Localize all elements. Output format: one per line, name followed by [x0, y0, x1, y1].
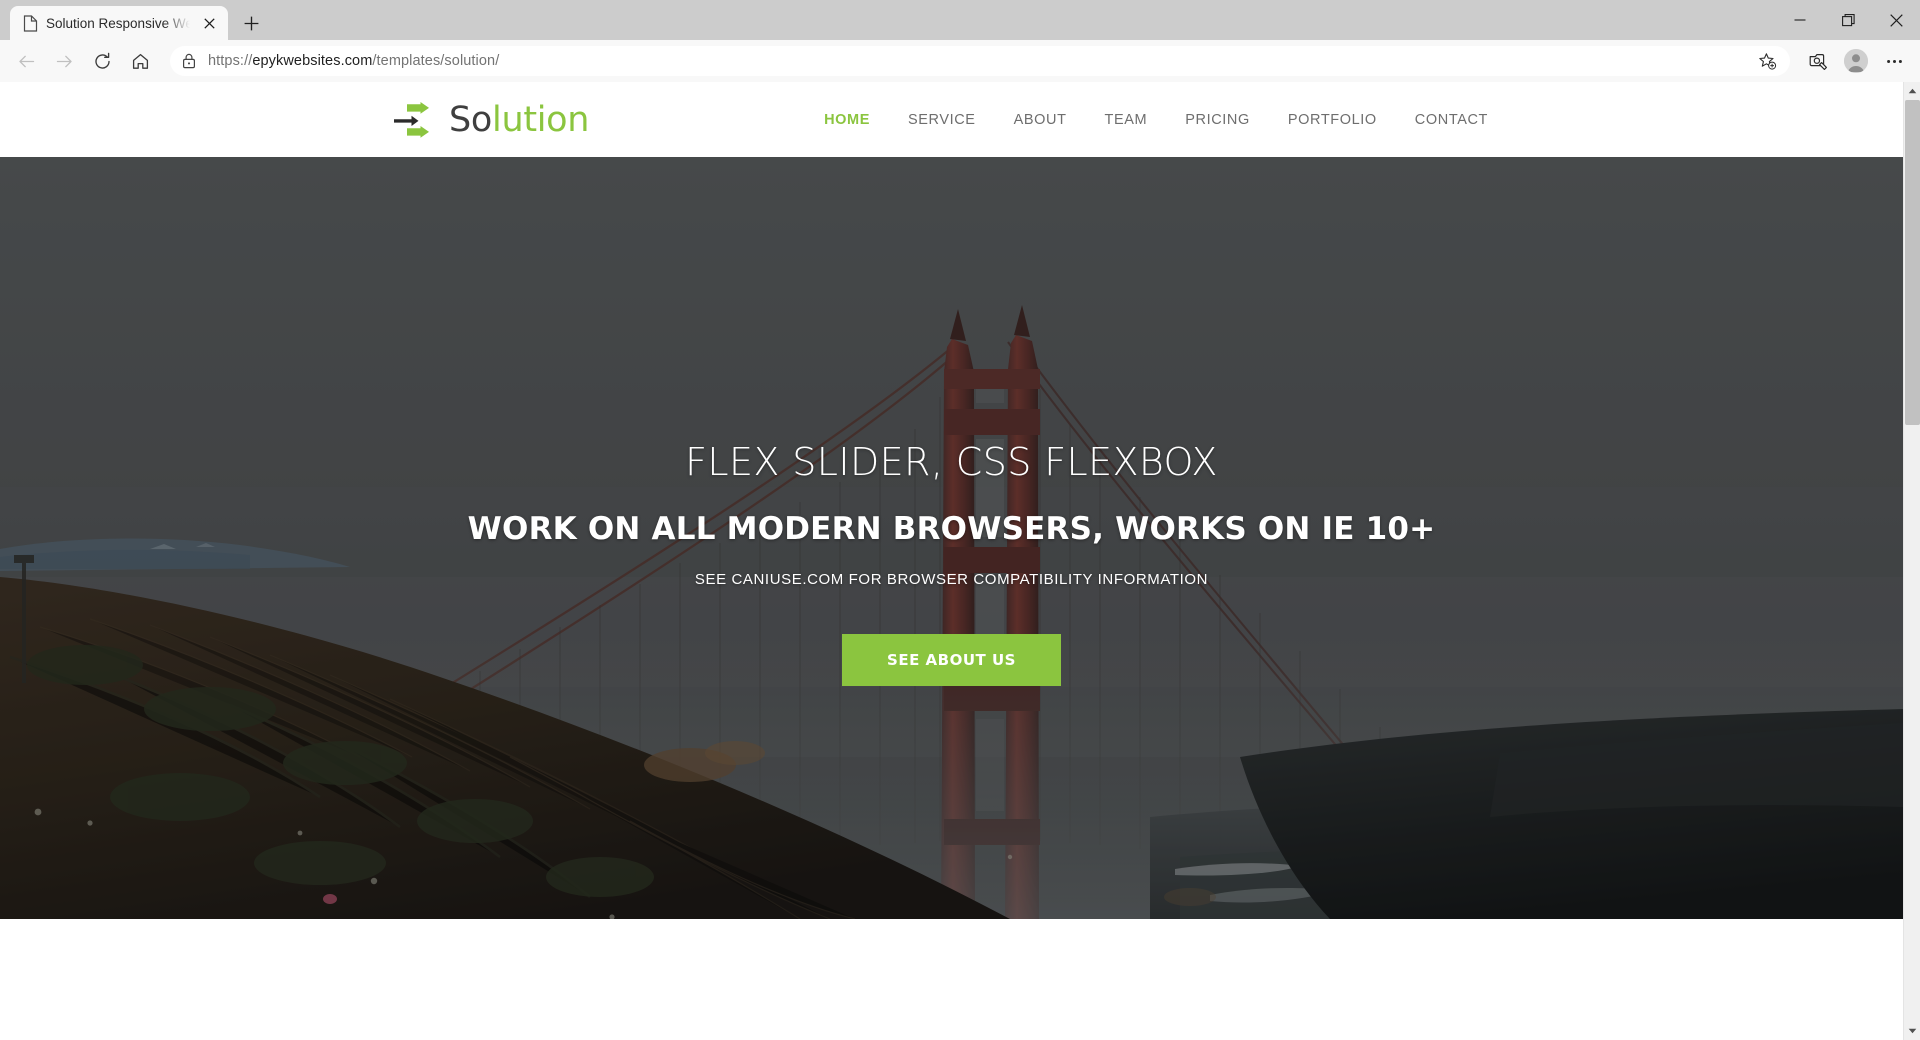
arrows-logo-icon — [393, 101, 435, 138]
lock-icon — [180, 52, 198, 70]
close-icon[interactable] — [198, 12, 220, 34]
hero-content: FLEX SLIDER, CSS FLEXBOX WORK ON ALL MOD… — [0, 440, 1903, 686]
home-icon[interactable] — [122, 45, 158, 77]
hero-heading: FLEX SLIDER, CSS FLEXBOX — [685, 440, 1218, 484]
minimize-icon[interactable] — [1776, 0, 1824, 40]
nav-item-about[interactable]: ABOUT — [1014, 112, 1067, 128]
url-text: https://epykwebsites.com/templates/solut… — [208, 53, 499, 69]
main-navigation: HOME SERVICE ABOUT TEAM PRICING PORTFOLI… — [824, 112, 1488, 128]
browser-window: Solution Responsive Web Template — [0, 0, 1920, 1040]
scrollbar-track[interactable] — [1904, 100, 1920, 1022]
window-controls — [1776, 0, 1920, 40]
logo-text-green: lution — [492, 99, 590, 140]
nav-item-service[interactable]: SERVICE — [908, 112, 976, 128]
logo-text-dark: So — [449, 99, 493, 140]
browser-toolbar: https://epykwebsites.com/templates/solut… — [0, 40, 1920, 82]
browser-tab[interactable]: Solution Responsive Web Template — [10, 6, 228, 40]
collections-icon[interactable] — [1800, 45, 1836, 77]
hero-subheading: WORK ON ALL MODERN BROWSERS, WORKS ON IE… — [467, 510, 1436, 547]
chevron-down-icon[interactable] — [1904, 1022, 1920, 1040]
nav-item-portfolio[interactable]: PORTFOLIO — [1288, 112, 1377, 128]
nav-item-team[interactable]: TEAM — [1105, 112, 1148, 128]
logo-text: Solution — [449, 100, 589, 140]
star-add-icon[interactable] — [1754, 48, 1780, 74]
page-icon — [22, 14, 38, 32]
reload-icon[interactable] — [84, 45, 120, 77]
url-host: epykwebsites.com — [252, 53, 373, 69]
hero-caption: SEE CANIUSE.COM FOR BROWSER COMPATIBILIT… — [694, 570, 1209, 588]
url-path: /templates/solution/ — [372, 53, 500, 69]
nav-item-home[interactable]: HOME — [824, 112, 870, 128]
page-viewport: Solution HOME SERVICE ABOUT TEAM PRICING… — [0, 82, 1920, 1040]
nav-item-contact[interactable]: CONTACT — [1415, 112, 1488, 128]
next-section — [0, 919, 1903, 1040]
scrollbar-thumb[interactable] — [1904, 100, 1920, 425]
avatar-icon[interactable] — [1838, 45, 1874, 77]
arrow-left-icon[interactable] — [8, 45, 44, 77]
tab-strip: Solution Responsive Web Template — [0, 0, 1920, 40]
site-header: Solution HOME SERVICE ABOUT TEAM PRICING… — [0, 82, 1903, 157]
nav-item-pricing[interactable]: PRICING — [1185, 112, 1250, 128]
avatar — [1844, 49, 1868, 73]
url-scheme: https:// — [208, 53, 253, 69]
ellipsis-icon[interactable] — [1876, 45, 1912, 77]
web-page: Solution HOME SERVICE ABOUT TEAM PRICING… — [0, 82, 1903, 1040]
see-about-us-button[interactable]: SEE ABOUT US — [842, 633, 1061, 686]
arrow-right-icon[interactable] — [46, 45, 82, 77]
hero-section: FLEX SLIDER, CSS FLEXBOX WORK ON ALL MOD… — [0, 157, 1903, 919]
new-tab-button[interactable] — [234, 6, 268, 40]
site-logo[interactable]: Solution — [393, 100, 589, 140]
chevron-up-icon[interactable] — [1904, 82, 1920, 100]
page-scrollbar[interactable] — [1903, 82, 1920, 1040]
close-icon[interactable] — [1872, 0, 1920, 40]
tab-title: Solution Responsive Web Template — [46, 15, 190, 31]
address-bar[interactable]: https://epykwebsites.com/templates/solut… — [170, 46, 1790, 76]
maximize-icon[interactable] — [1824, 0, 1872, 40]
